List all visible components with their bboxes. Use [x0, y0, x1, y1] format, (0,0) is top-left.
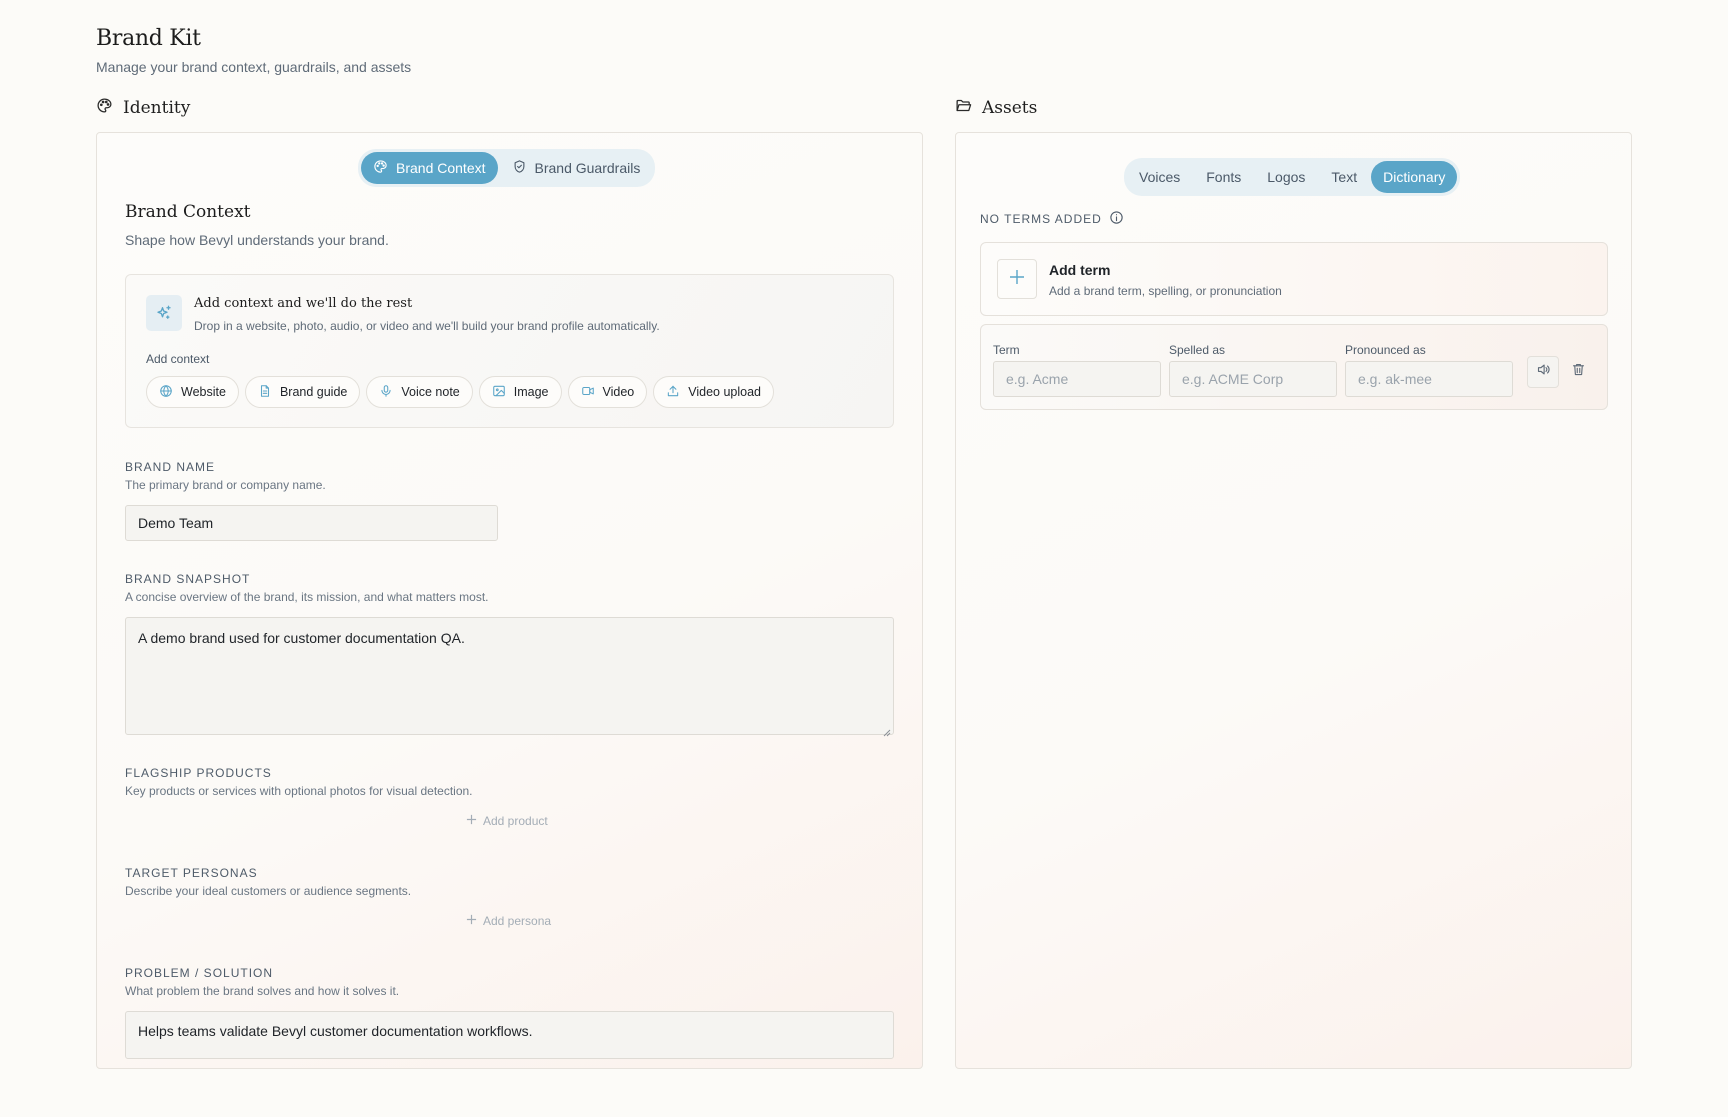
term-row: Term e.g. Acme Spelled as e.g. ACME Corp… — [980, 324, 1608, 410]
add-product-button[interactable]: Add product — [466, 814, 548, 828]
info-icon[interactable] — [1109, 210, 1124, 228]
plus-icon — [1009, 269, 1025, 290]
play-pronunciation-button[interactable] — [1527, 356, 1559, 388]
dictionary-status: NO TERMS ADDED — [980, 210, 1124, 228]
brand-snapshot-hint: A concise overview of the brand, its mis… — [125, 590, 489, 604]
page-header: Brand Kit Manage your brand context, gua… — [96, 26, 411, 75]
brand-guide-chip[interactable]: Brand guide — [244, 376, 361, 408]
context-card-title: Add context and we'll do the rest — [194, 296, 413, 311]
identity-tabs: Brand Context Brand Guardrails — [358, 149, 656, 187]
folder-open-icon — [955, 97, 972, 119]
brand-name-label: BRAND NAME — [125, 460, 216, 474]
add-context-card: Add context and we'll do the rest Drop i… — [125, 274, 894, 428]
trash-icon — [1571, 362, 1586, 382]
brand-context-heading: Brand Context — [125, 202, 251, 222]
brand-name-input[interactable]: Demo Team — [125, 505, 498, 541]
spelled-as-input[interactable]: e.g. ACME Corp — [1169, 361, 1337, 397]
term-input[interactable]: e.g. Acme — [993, 361, 1161, 397]
upload-icon — [666, 384, 680, 401]
page-title: Brand Kit — [96, 26, 201, 51]
brand-context-description: Shape how Bevyl understands your brand. — [125, 232, 389, 248]
pronounced-as-column-label: Pronounced as — [1345, 343, 1426, 357]
video-chip[interactable]: Video — [567, 376, 648, 408]
term-column-label: Term — [993, 343, 1020, 357]
problem-solution-hint: What problem the brand solves and how it… — [125, 984, 400, 998]
assets-tabs: Voices Fonts Logos Text Dictionary — [1124, 158, 1461, 196]
website-chip[interactable]: Website — [146, 376, 239, 408]
tab-brand-guardrails[interactable]: Brand Guardrails — [500, 152, 653, 184]
problem-solution-label: PROBLEM / SOLUTION — [125, 966, 274, 980]
tab-text[interactable]: Text — [1319, 161, 1369, 193]
add-persona-button[interactable]: Add persona — [466, 914, 551, 928]
spelled-as-column-label: Spelled as — [1169, 343, 1226, 357]
palette-icon — [96, 97, 113, 119]
brand-snapshot-textarea[interactable]: A demo brand used for customer documenta… — [125, 617, 894, 737]
document-icon — [258, 384, 272, 401]
assets-panel: Voices Fonts Logos Text Dictionary NO TE… — [955, 132, 1632, 1069]
resize-handle-icon[interactable] — [883, 724, 891, 737]
assets-section-label: Assets — [955, 97, 1037, 119]
shield-icon — [512, 159, 527, 177]
delete-term-button[interactable] — [1569, 363, 1587, 381]
tab-label: Brand Context — [396, 160, 486, 176]
brand-snapshot-label: BRAND SNAPSHOT — [125, 572, 251, 586]
chip-label: Website — [181, 385, 226, 399]
tab-fonts[interactable]: Fonts — [1194, 161, 1253, 193]
identity-section-title: Identity — [123, 98, 191, 118]
chip-label: Image — [513, 385, 549, 399]
problem-solution-textarea[interactable]: Helps teams validate Bevyl customer docu… — [125, 1011, 894, 1059]
speaker-icon — [1536, 362, 1551, 382]
add-term-title: Add term — [1049, 262, 1111, 278]
add-context-label: Add context — [146, 352, 210, 366]
plus-icon — [466, 814, 477, 828]
tab-voices[interactable]: Voices — [1127, 161, 1192, 193]
flagship-products-hint: Key products or services with optional p… — [125, 784, 473, 798]
assets-section-title: Assets — [982, 98, 1038, 118]
status-text: NO TERMS ADDED — [980, 212, 1102, 226]
target-personas-hint: Describe your ideal customers or audienc… — [125, 884, 412, 898]
voice-note-chip[interactable]: Voice note — [366, 376, 473, 408]
identity-section-label: Identity — [96, 97, 190, 119]
tab-brand-context[interactable]: Brand Context — [361, 152, 498, 184]
palette-icon — [373, 159, 388, 177]
page-subtitle: Manage your brand context, guardrails, a… — [96, 59, 412, 75]
context-chip-row: Website Brand guide Voice note Image Vid… — [146, 376, 775, 408]
add-product-label: Add product — [483, 814, 548, 828]
chip-label: Video — [602, 385, 635, 399]
tab-dictionary[interactable]: Dictionary — [1371, 161, 1458, 193]
video-icon — [581, 384, 595, 401]
chip-label: Brand guide — [279, 385, 348, 399]
add-term-button[interactable] — [997, 259, 1037, 299]
brand-snapshot-value: A demo brand used for customer documenta… — [138, 630, 465, 646]
add-persona-label: Add persona — [483, 914, 552, 928]
image-icon — [492, 384, 506, 401]
brand-name-hint: The primary brand or company name. — [125, 478, 326, 492]
chip-label: Video upload — [688, 385, 762, 399]
flagship-products-label: FLAGSHIP PRODUCTS — [125, 766, 272, 780]
video-upload-chip[interactable]: Video upload — [653, 376, 775, 408]
microphone-icon — [379, 384, 393, 401]
globe-icon — [159, 384, 173, 401]
chip-label: Voice note — [401, 385, 460, 399]
identity-panel: Brand Context Brand Guardrails Brand Con… — [96, 132, 923, 1069]
plus-icon — [466, 914, 477, 928]
tab-logos[interactable]: Logos — [1255, 161, 1317, 193]
add-term-description: Add a brand term, spelling, or pronuncia… — [1049, 284, 1282, 298]
target-personas-label: TARGET PERSONAS — [125, 866, 258, 880]
image-chip[interactable]: Image — [478, 376, 562, 408]
context-card-description: Drop in a website, photo, audio, or vide… — [194, 319, 660, 333]
sparkles-icon — [146, 295, 182, 331]
tab-label: Brand Guardrails — [534, 160, 641, 176]
add-term-card[interactable]: Add term Add a brand term, spelling, or … — [980, 242, 1608, 316]
pronounced-as-input[interactable]: e.g. ak-mee — [1345, 361, 1513, 397]
